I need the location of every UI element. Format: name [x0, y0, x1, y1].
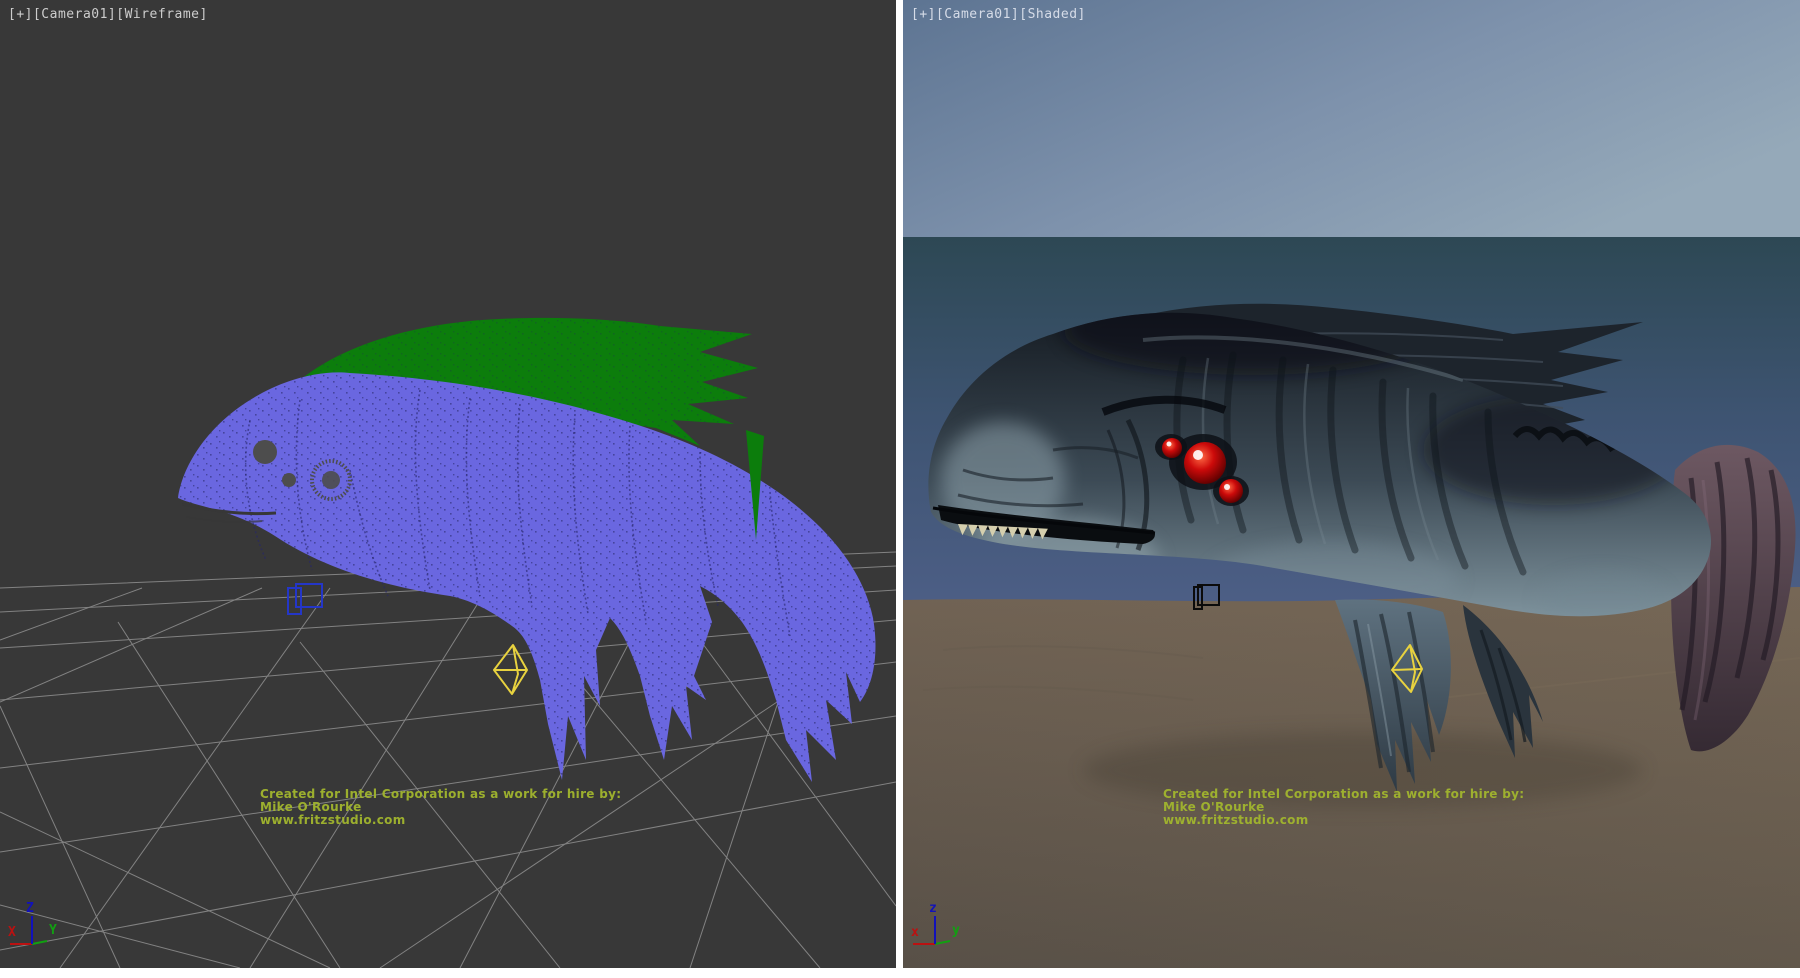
axis-x-label: X	[8, 925, 16, 940]
axis-z-label: Z	[26, 901, 34, 916]
sky	[903, 0, 1800, 237]
wireframe-fish-body[interactable]	[178, 372, 875, 782]
viewport-label-shaded[interactable]: [+][Camera01][Shaded]	[911, 7, 1086, 22]
axis-y-label: Y	[49, 923, 57, 938]
fish-eye-small	[1162, 438, 1182, 458]
watermark-text: Created for Intel Corporation as a work …	[260, 788, 621, 827]
fish-eye-third	[1219, 479, 1243, 503]
axis-y-label: y	[952, 923, 960, 938]
watermark-line3: www.fritzstudio.com	[1163, 814, 1524, 827]
watermark-text: Created for Intel Corporation as a work …	[1163, 788, 1524, 827]
axis-x-label: x	[911, 925, 919, 940]
watermark-line3: www.fritzstudio.com	[260, 814, 621, 827]
viewport-label-wireframe[interactable]: [+][Camera01][Wireframe]	[8, 7, 208, 22]
bone-helper[interactable]	[494, 645, 527, 694]
axis-gizmo: X Y Z	[8, 901, 57, 944]
axis-z-label: z	[929, 901, 937, 916]
fish-eye-main	[1184, 442, 1226, 484]
box-helper[interactable]	[288, 584, 322, 614]
viewport-divider[interactable]	[896, 0, 903, 968]
viewport-stage: X Y Z [+][Camera01][Wireframe] Created f…	[0, 0, 1800, 978]
viewport-wireframe[interactable]: X Y Z [+][Camera01][Wireframe] Created f…	[0, 0, 896, 968]
viewport-shaded[interactable]: x y z [+][Camera01][Shaded] Created for …	[903, 0, 1800, 968]
